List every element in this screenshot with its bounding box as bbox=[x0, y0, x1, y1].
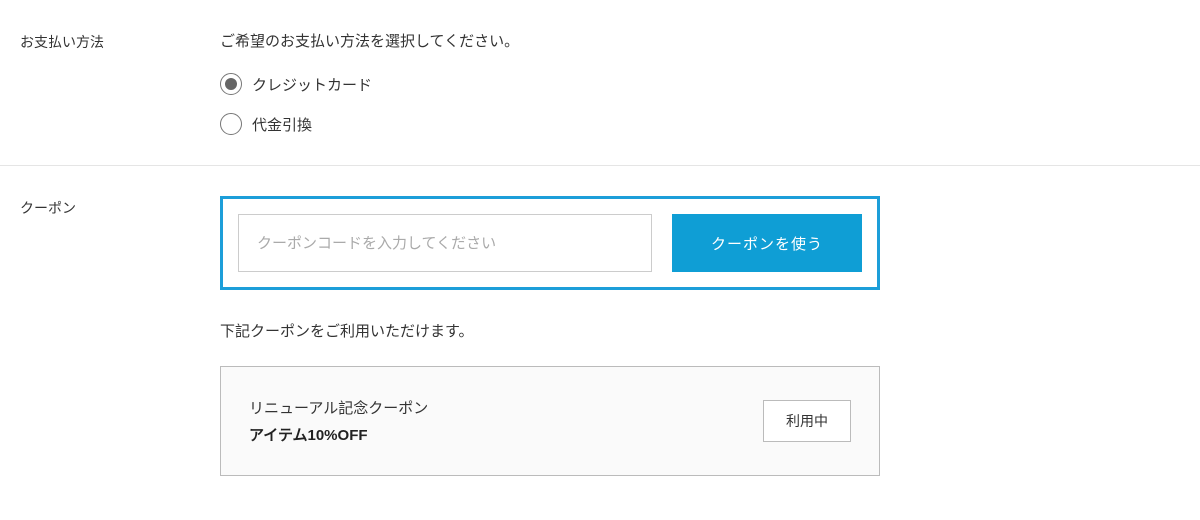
payment-section-content: ご希望のお支払い方法を選択してください。 クレジットカード 代金引換 bbox=[220, 30, 880, 135]
payment-section-label: お支払い方法 bbox=[20, 30, 220, 135]
radio-label-cod: 代金引換 bbox=[252, 114, 312, 135]
coupon-section-content: クーポンを使う 下記クーポンをご利用いただけます。 リニューアル記念クーポン ア… bbox=[220, 196, 880, 476]
radio-option-credit-card[interactable]: クレジットカード bbox=[220, 73, 372, 95]
radio-option-cod[interactable]: 代金引換 bbox=[220, 113, 312, 135]
coupon-status-badge: 利用中 bbox=[763, 400, 851, 442]
coupon-card: リニューアル記念クーポン アイテム10%OFF 利用中 bbox=[220, 366, 880, 476]
payment-instruction: ご希望のお支払い方法を選択してください。 bbox=[220, 30, 880, 51]
coupon-title: リニューアル記念クーポン bbox=[249, 397, 428, 418]
radio-label-credit-card: クレジットカード bbox=[252, 74, 372, 95]
coupon-input-container: クーポンを使う bbox=[220, 196, 880, 290]
available-coupons-text: 下記クーポンをご利用いただけます。 bbox=[220, 320, 880, 341]
payment-method-section: お支払い方法 ご希望のお支払い方法を選択してください。 クレジットカード 代金引… bbox=[0, 0, 1200, 165]
apply-coupon-button[interactable]: クーポンを使う bbox=[672, 214, 862, 272]
radio-icon bbox=[220, 73, 242, 95]
coupon-discount: アイテム10%OFF bbox=[249, 424, 428, 445]
coupon-section-label: クーポン bbox=[20, 196, 220, 476]
radio-icon bbox=[220, 113, 242, 135]
coupon-code-input[interactable] bbox=[238, 214, 652, 272]
coupon-card-info: リニューアル記念クーポン アイテム10%OFF bbox=[249, 397, 428, 445]
payment-radio-group: クレジットカード 代金引換 bbox=[220, 73, 880, 135]
coupon-section: クーポン クーポンを使う 下記クーポンをご利用いただけます。 リニューアル記念ク… bbox=[0, 166, 1200, 506]
